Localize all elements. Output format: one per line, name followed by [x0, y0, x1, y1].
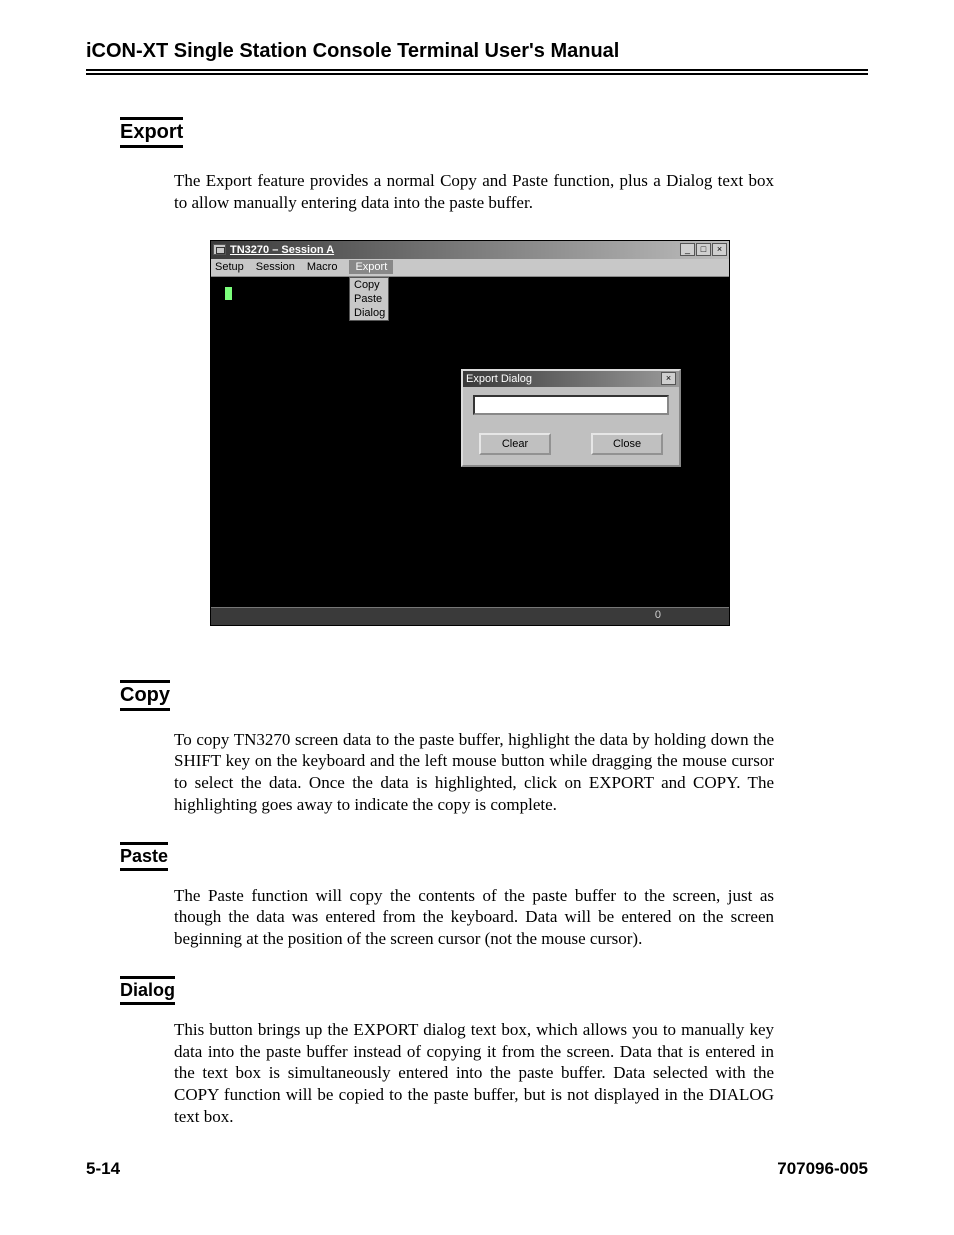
running-header: iCON-XT Single Station Console Terminal …	[86, 40, 868, 69]
minimize-button[interactable]: _	[680, 243, 695, 256]
export-dialog-clear-button[interactable]: Clear	[479, 433, 551, 455]
export-dialog-input[interactable]	[473, 395, 669, 415]
heading-paste: Paste	[120, 842, 168, 871]
footer-page-number: 5-14	[86, 1159, 120, 1179]
export-dropdown: Copy Paste Dialog	[349, 277, 389, 321]
heading-copy: Copy	[120, 680, 170, 711]
menu-macro[interactable]: Macro	[307, 261, 338, 273]
para-export: The Export feature provides a normal Cop…	[174, 170, 774, 214]
footer-doc-number: 707096-005	[777, 1159, 868, 1179]
export-menu-copy[interactable]: Copy	[350, 278, 388, 292]
export-menu-dialog[interactable]: Dialog	[350, 306, 388, 320]
header-rule	[86, 69, 868, 75]
app-window: TN3270 – Session A _ □ × Setup Session M…	[210, 240, 730, 626]
menu-session[interactable]: Session	[256, 261, 295, 273]
para-paste: The Paste function will copy the content…	[174, 885, 774, 950]
maximize-button[interactable]: □	[696, 243, 711, 256]
titlebar[interactable]: TN3270 – Session A _ □ ×	[211, 241, 729, 259]
status-indicator-zero: 0	[655, 609, 661, 621]
export-menu-paste[interactable]: Paste	[350, 292, 388, 306]
para-dialog: This button brings up the EXPORT dialog …	[174, 1019, 774, 1128]
window-title: TN3270 – Session A	[230, 244, 334, 256]
embedded-screenshot: TN3270 – Session A _ □ × Setup Session M…	[210, 240, 868, 626]
export-dialog-close-button[interactable]: Close	[591, 433, 663, 455]
export-dialog-window[interactable]: Export Dialog × Clear Close	[461, 369, 681, 467]
terminal-cursor	[225, 287, 232, 300]
terminal-client-area[interactable]: Copy Paste Dialog Export Dialog × Clear	[211, 277, 729, 607]
heading-export: Export	[120, 117, 183, 148]
export-dialog-titlebar[interactable]: Export Dialog ×	[463, 371, 679, 387]
menubar: Setup Session Macro Export	[211, 259, 729, 277]
statusbar: 0	[211, 607, 729, 625]
export-dialog-close-icon[interactable]: ×	[661, 372, 676, 385]
app-icon	[213, 244, 226, 255]
export-dialog-title: Export Dialog	[466, 373, 532, 385]
menu-export[interactable]: Export	[349, 260, 393, 274]
close-button[interactable]: ×	[712, 243, 727, 256]
para-copy: To copy TN3270 screen data to the paste …	[174, 729, 774, 816]
heading-dialog: Dialog	[120, 976, 175, 1005]
menu-setup[interactable]: Setup	[215, 261, 244, 273]
